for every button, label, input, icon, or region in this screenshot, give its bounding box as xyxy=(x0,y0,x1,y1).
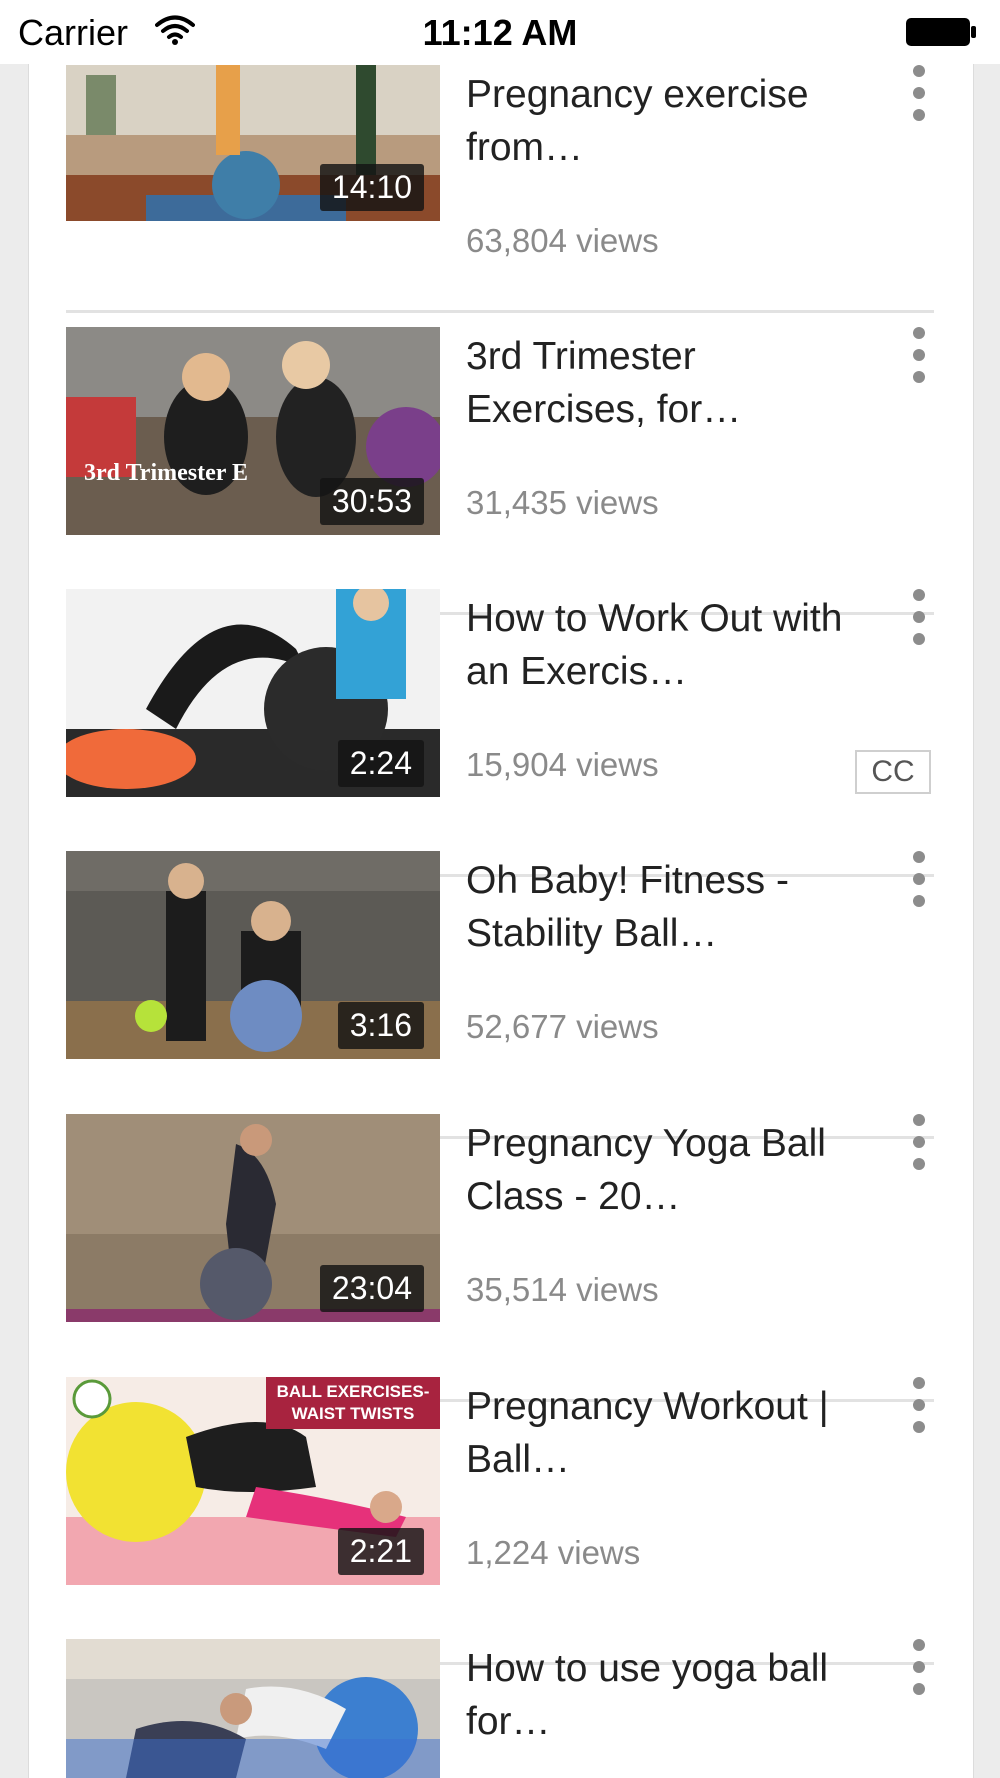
thumb-caption: 3rd Trimester E xyxy=(84,460,248,486)
video-views: 35,514 views xyxy=(466,1271,659,1308)
video-thumbnail[interactable]: 2:24 xyxy=(66,589,440,797)
video-title[interactable]: Pregnancy Workout | Ball… xyxy=(466,1380,846,1486)
video-thumbnail[interactable]: BALL EXERCISES- WAIST TWISTS 2:21 xyxy=(66,1377,440,1585)
row-divider xyxy=(66,310,934,313)
battery-icon xyxy=(905,16,977,48)
video-thumbnail[interactable]: 23:04 xyxy=(66,1114,440,1322)
status-bar: Carrier 11:12 AM xyxy=(0,0,1000,64)
video-duration: 2:21 xyxy=(337,1528,424,1575)
list-item[interactable]: 3rd Trimester E 30:53 3rd Trimester Exer… xyxy=(66,327,934,615)
video-title[interactable]: How to use yoga ball for… xyxy=(466,1642,846,1748)
more-options-icon[interactable] xyxy=(908,327,930,391)
video-duration: 2:24 xyxy=(337,740,424,787)
clock-time: 11:12 AM xyxy=(422,12,578,53)
video-duration: 30:53 xyxy=(319,478,424,525)
list-item[interactable]: 2:24 How to Work Out with an Exercis… 15… xyxy=(66,589,934,877)
video-duration: 3:16 xyxy=(337,1002,424,1049)
video-duration: 23:04 xyxy=(319,1265,424,1312)
thumb-banner-line2: WAIST TWISTS xyxy=(292,1404,415,1423)
more-options-icon[interactable] xyxy=(908,1377,930,1441)
more-options-icon[interactable] xyxy=(908,589,930,653)
list-item[interactable]: BALL EXERCISES- WAIST TWISTS 2:21 Pregna… xyxy=(66,1377,934,1665)
list-item[interactable]: 23:04 Pregnancy Yoga Ball Class - 20… 35… xyxy=(66,1114,934,1402)
video-thumbnail[interactable]: 3:16 xyxy=(66,851,440,1059)
cc-badge: CC xyxy=(855,750,931,794)
thumb-banner-line1: BALL EXERCISES- xyxy=(277,1382,430,1401)
video-title[interactable]: Pregnancy Yoga Ball Class - 20… xyxy=(466,1117,846,1223)
video-duration: 14:10 xyxy=(319,164,424,211)
screen: 14:10 Pregnancy exercise from… 63,804 vi… xyxy=(0,0,1000,1778)
video-thumbnail[interactable]: 3rd Trimester E 30:53 xyxy=(66,327,440,535)
more-options-icon[interactable] xyxy=(908,1114,930,1178)
video-views: 52,677 views xyxy=(466,1008,659,1045)
video-title[interactable]: 3rd Trimester Exercises, for… xyxy=(466,330,846,436)
list-item[interactable]: 3:16 Oh Baby! Fitness - Stability Ball… … xyxy=(66,851,934,1139)
video-views: 31,435 views xyxy=(466,484,659,521)
video-views: 63,804 views xyxy=(466,222,659,259)
video-thumbnail[interactable]: 14:10 xyxy=(66,65,440,221)
video-title[interactable]: Pregnancy exercise from… xyxy=(466,68,846,174)
video-title[interactable]: Oh Baby! Fitness - Stability Ball… xyxy=(466,854,846,960)
video-views: 1,224 views xyxy=(466,1534,641,1571)
video-thumbnail[interactable] xyxy=(66,1639,440,1778)
video-views: 15,904 views xyxy=(466,746,659,783)
video-title[interactable]: How to Work Out with an Exercis… xyxy=(466,592,846,698)
more-options-icon[interactable] xyxy=(908,851,930,915)
more-options-icon[interactable] xyxy=(908,1639,930,1703)
more-options-icon[interactable] xyxy=(908,65,930,129)
list-item[interactable]: How to use yoga ball for… xyxy=(66,1639,934,1778)
